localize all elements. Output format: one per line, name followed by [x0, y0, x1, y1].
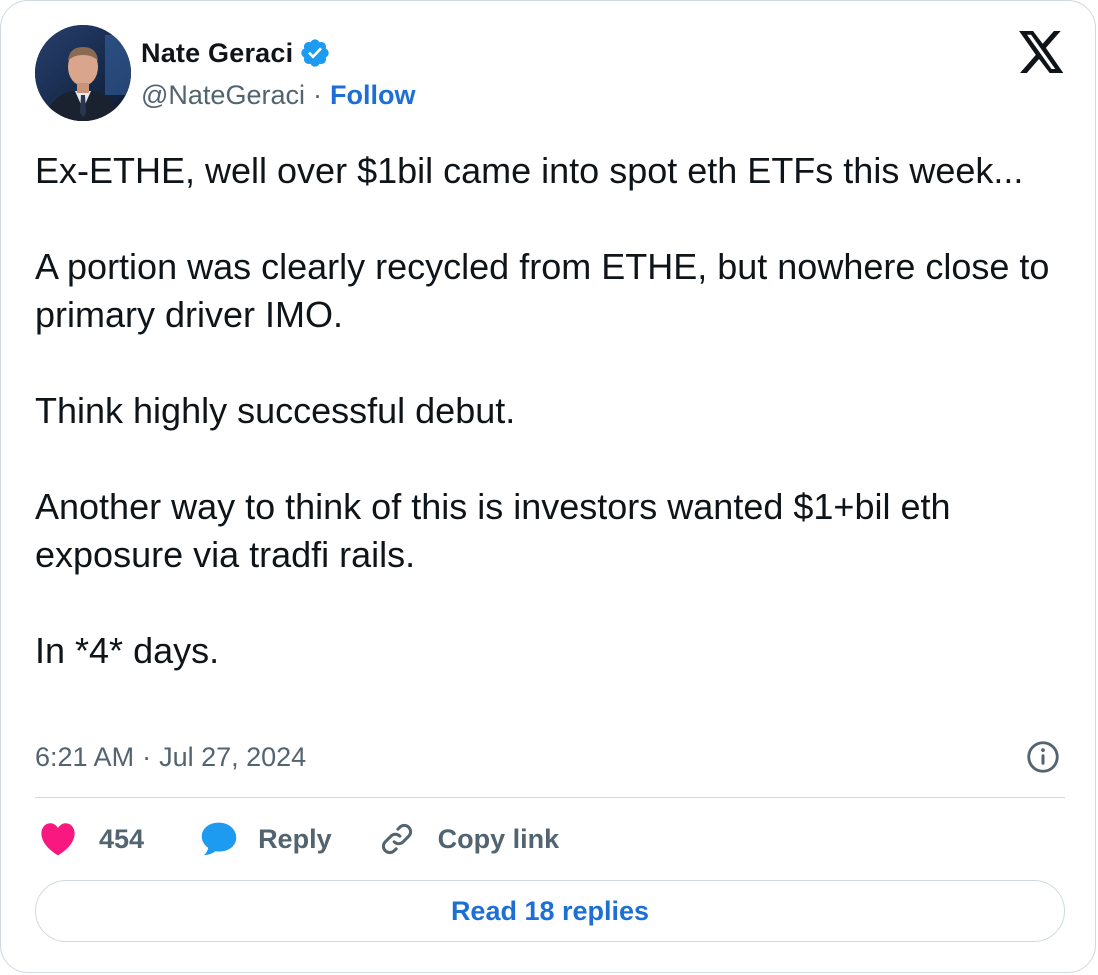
like-button[interactable]: 454 [39, 822, 144, 856]
action-bar: 454 Reply Copy link [39, 817, 559, 861]
x-logo-icon[interactable] [1019, 31, 1065, 73]
verified-badge-icon [299, 37, 331, 69]
divider [35, 797, 1065, 798]
avatar[interactable] [35, 25, 131, 121]
tweet-paragraph: Another way to think of this is investor… [35, 486, 951, 575]
timestamp-separator: · [142, 741, 152, 772]
tweet-date: Jul 27, 2024 [159, 741, 307, 772]
tweet-paragraph: A portion was clearly recycled from ETHE… [35, 246, 1050, 335]
heart-icon [41, 823, 75, 856]
info-icon[interactable] [1025, 739, 1061, 775]
reply-label: Reply [258, 823, 332, 854]
link-icon [381, 824, 412, 854]
author-display-name[interactable]: Nate Geraci [141, 38, 293, 69]
tweet-timestamp[interactable]: 6:21 AM · Jul 27, 2024 [35, 737, 306, 777]
tweet-paragraph: Think highly successful debut. [35, 390, 516, 431]
follow-button[interactable]: Follow [330, 80, 415, 111]
tweet-paragraph: In *4* days. [35, 630, 220, 671]
author-handle[interactable]: @NateGeraci [141, 80, 305, 111]
reply-button[interactable]: Reply [200, 821, 332, 857]
speech-bubble-icon [201, 822, 237, 855]
like-count: 454 [99, 823, 145, 854]
avatar-image [35, 25, 131, 121]
author-handle-row: @NateGeraci · Follow [141, 77, 415, 113]
copy-link-label: Copy link [437, 823, 560, 854]
handle-separator: · [312, 79, 322, 110]
tweet-text: Ex-ETHE, well over $1bil came into spot … [35, 147, 1065, 675]
copy-link-button[interactable]: Copy link [378, 820, 560, 858]
tweet-card: Nate Geraci @NateGeraci · Follow Ex-ETHE… [0, 0, 1096, 973]
author-name-row: Nate Geraci [141, 35, 331, 71]
read-replies-label: Read 18 replies [450, 895, 650, 926]
read-replies-button[interactable]: Read 18 replies [35, 880, 1065, 942]
tweet-paragraph: Ex-ETHE, well over $1bil came into spot … [35, 150, 1024, 191]
tweet-time: 6:21 AM [35, 741, 135, 772]
